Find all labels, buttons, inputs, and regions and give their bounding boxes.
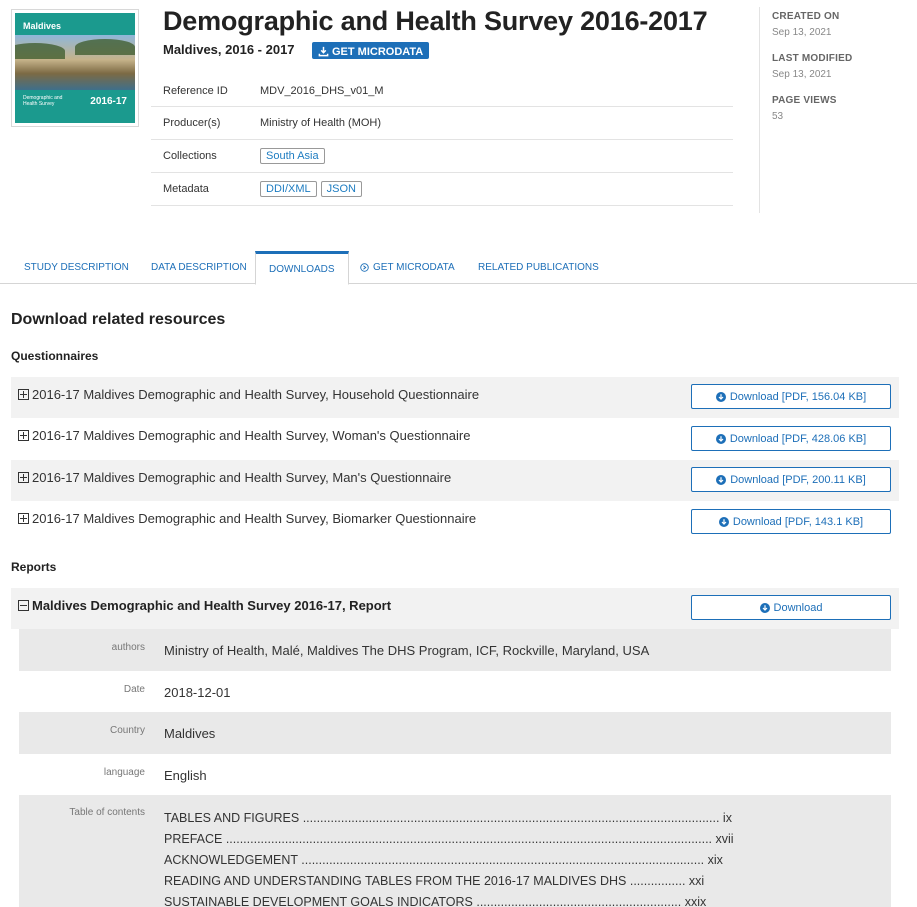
resource-title[interactable]: 2016-17 Maldives Demographic and Health … xyxy=(32,470,451,485)
expand-icon[interactable] xyxy=(18,472,29,483)
report-download-button[interactable]: Download xyxy=(691,595,891,620)
download-circle-icon xyxy=(715,433,726,444)
report-title[interactable]: Maldives Demographic and Health Survey 2… xyxy=(32,598,391,613)
detail-key: Country xyxy=(109,725,145,736)
report-item: Maldives Demographic and Health Survey 2… xyxy=(11,588,899,629)
expand-icon[interactable] xyxy=(18,389,29,400)
download-circle-icon xyxy=(759,602,770,613)
metadata-ddi-xml-link[interactable]: DDI/XML xyxy=(260,181,317,197)
detail-row-country: Country Maldives xyxy=(19,712,891,754)
meta-row-collections: Collections South Asia xyxy=(151,140,733,173)
toc-line: READING AND UNDERSTANDING TABLES FROM TH… xyxy=(164,874,705,888)
download-button[interactable]: Download [PDF, 143.1 KB] xyxy=(691,509,891,534)
download-label: Download [PDF, 143.1 KB] xyxy=(732,515,864,528)
survey-cover-thumbnail[interactable]: Maldives Demographic and Health Survey 2… xyxy=(11,9,139,127)
meta-row-reference-id: Reference ID MDV_2016_DHS_v01_M xyxy=(151,75,733,107)
tab-data-description[interactable]: DATA DESCRIPTION xyxy=(138,251,260,284)
expand-icon[interactable] xyxy=(18,513,29,524)
list-item: 2016-17 Maldives Demographic and Health … xyxy=(11,377,899,418)
meta-row-metadata: Metadata DDI/XML JSON xyxy=(151,173,733,206)
detail-row-language: language English xyxy=(19,754,891,796)
download-circle-icon xyxy=(716,474,727,485)
toc-line: ACKNOWLEDGEMENT ........................… xyxy=(164,853,723,867)
metadata-json-link[interactable]: JSON xyxy=(320,181,362,197)
detail-value: Maldives xyxy=(164,726,216,741)
study-tabs: STUDY DESCRIPTION DATA DESCRIPTION DOWNL… xyxy=(0,251,917,285)
download-button[interactable]: Download [PDF, 428.06 KB] xyxy=(691,426,891,451)
tab-study-description[interactable]: STUDY DESCRIPTION xyxy=(11,251,142,284)
detail-value: English xyxy=(164,767,207,783)
section-title: Download related resources xyxy=(11,311,226,328)
meta-key: Producer(s) xyxy=(163,117,221,129)
resource-title[interactable]: 2016-17 Maldives Demographic and Health … xyxy=(32,387,479,402)
last-modified-value: Sep 13, 2021 xyxy=(772,69,832,80)
created-on-value: Sep 13, 2021 xyxy=(772,27,832,38)
report-details: authors Ministry of Health, Malé, Maldiv… xyxy=(19,629,891,795)
collapse-icon[interactable] xyxy=(18,600,29,611)
tab-get-microdata[interactable]: GET MICRODATA xyxy=(347,251,468,284)
last-modified-label: LAST MODIFIED xyxy=(772,53,853,64)
meta-value: Ministry of Health (MOH) xyxy=(260,117,382,129)
list-item: 2016-17 Maldives Demographic and Health … xyxy=(11,501,899,542)
table-of-contents: Table of contents TABLES AND FIGURES ...… xyxy=(19,795,891,907)
expand-icon[interactable] xyxy=(18,430,29,441)
circle-download-icon xyxy=(360,263,369,272)
list-item: 2016-17 Maldives Demographic and Health … xyxy=(11,460,899,501)
tab-label: STUDY DESCRIPTION xyxy=(24,262,129,273)
collection-tag-south-asia[interactable]: South Asia xyxy=(260,148,325,164)
list-item: 2016-17 Maldives Demographic and Health … xyxy=(11,418,899,459)
resource-title[interactable]: 2016-17 Maldives Demographic and Health … xyxy=(32,428,470,443)
reports-heading: Reports xyxy=(11,560,57,574)
toc-label: Table of contents xyxy=(69,807,145,818)
detail-row-date: Date 2018-12-01 xyxy=(19,671,891,713)
meta-key: Reference ID xyxy=(163,84,228,97)
download-label: Download [PDF, 200.11 KB] xyxy=(730,473,866,486)
download-button[interactable]: Download [PDF, 200.11 KB] xyxy=(691,467,891,492)
questionnaires-heading: Questionnaires xyxy=(11,349,99,363)
page-views-value: 53 xyxy=(772,111,784,122)
tab-label: DOWNLOADS xyxy=(269,263,335,275)
tab-label: RELATED PUBLICATIONS xyxy=(478,262,599,273)
toc-line: TABLES AND FIGURES .....................… xyxy=(164,811,732,825)
study-subtitle: Maldives, 2016 - 2017 xyxy=(163,42,295,57)
study-metadata-table: Reference ID MDV_2016_DHS_v01_M Producer… xyxy=(151,75,733,206)
download-circle-icon xyxy=(718,516,729,527)
toc-line: SUSTAINABLE DEVELOPMENT GOALS INDICATORS… xyxy=(164,895,707,907)
detail-key: authors xyxy=(111,642,145,653)
download-label: Download [PDF, 156.04 KB] xyxy=(729,390,867,403)
meta-value: MDV_2016_DHS_v01_M xyxy=(260,84,384,97)
tab-downloads[interactable]: DOWNLOADS xyxy=(255,251,349,285)
download-circle-icon xyxy=(715,391,726,402)
download-button[interactable]: Download [PDF, 156.04 KB] xyxy=(691,384,891,409)
tab-label: GET MICRODATA xyxy=(373,262,455,273)
detail-row-authors: authors Ministry of Health, Malé, Maldiv… xyxy=(19,629,891,671)
tab-related-publications[interactable]: RELATED PUBLICATIONS xyxy=(465,251,612,284)
detail-value: Ministry of Health, Malé, Maldives The D… xyxy=(164,643,650,658)
download-label: Download xyxy=(773,601,823,614)
meta-key: Collections xyxy=(163,150,217,162)
download-label: Download [PDF, 428.06 KB] xyxy=(729,432,867,445)
cover-image: Maldives Demographic and Health Survey 2… xyxy=(15,13,135,123)
study-header: Maldives Demographic and Health Survey 2… xyxy=(0,0,917,250)
get-microdata-label: GET MICRODATA xyxy=(332,45,424,58)
cover-country: Maldives xyxy=(23,21,62,31)
meta-key: Metadata xyxy=(163,183,209,195)
download-icon xyxy=(318,46,329,57)
detail-value: 2018-12-01 xyxy=(164,684,231,700)
page-title: Demographic and Health Survey 2016-2017 xyxy=(163,6,708,36)
created-on-label: CREATED ON xyxy=(772,11,840,22)
cover-year: 2016-17 xyxy=(90,96,127,107)
meta-row-producer: Producer(s) Ministry of Health (MOH) xyxy=(151,107,733,140)
resource-title[interactable]: 2016-17 Maldives Demographic and Health … xyxy=(32,511,476,526)
page-views-label: PAGE VIEWS xyxy=(772,95,837,106)
tab-label: DATA DESCRIPTION xyxy=(151,262,247,273)
detail-key: Date xyxy=(123,683,145,695)
study-stats-sidebar: CREATED ON Sep 13, 2021 LAST MODIFIED Se… xyxy=(759,7,909,213)
toc-line: PREFACE ................................… xyxy=(164,832,734,846)
cover-caption: Demographic and Health Survey xyxy=(23,95,63,107)
cover-photo xyxy=(15,35,135,90)
get-microdata-badge[interactable]: GET MICRODATA xyxy=(312,42,430,59)
detail-key: language xyxy=(103,766,145,778)
